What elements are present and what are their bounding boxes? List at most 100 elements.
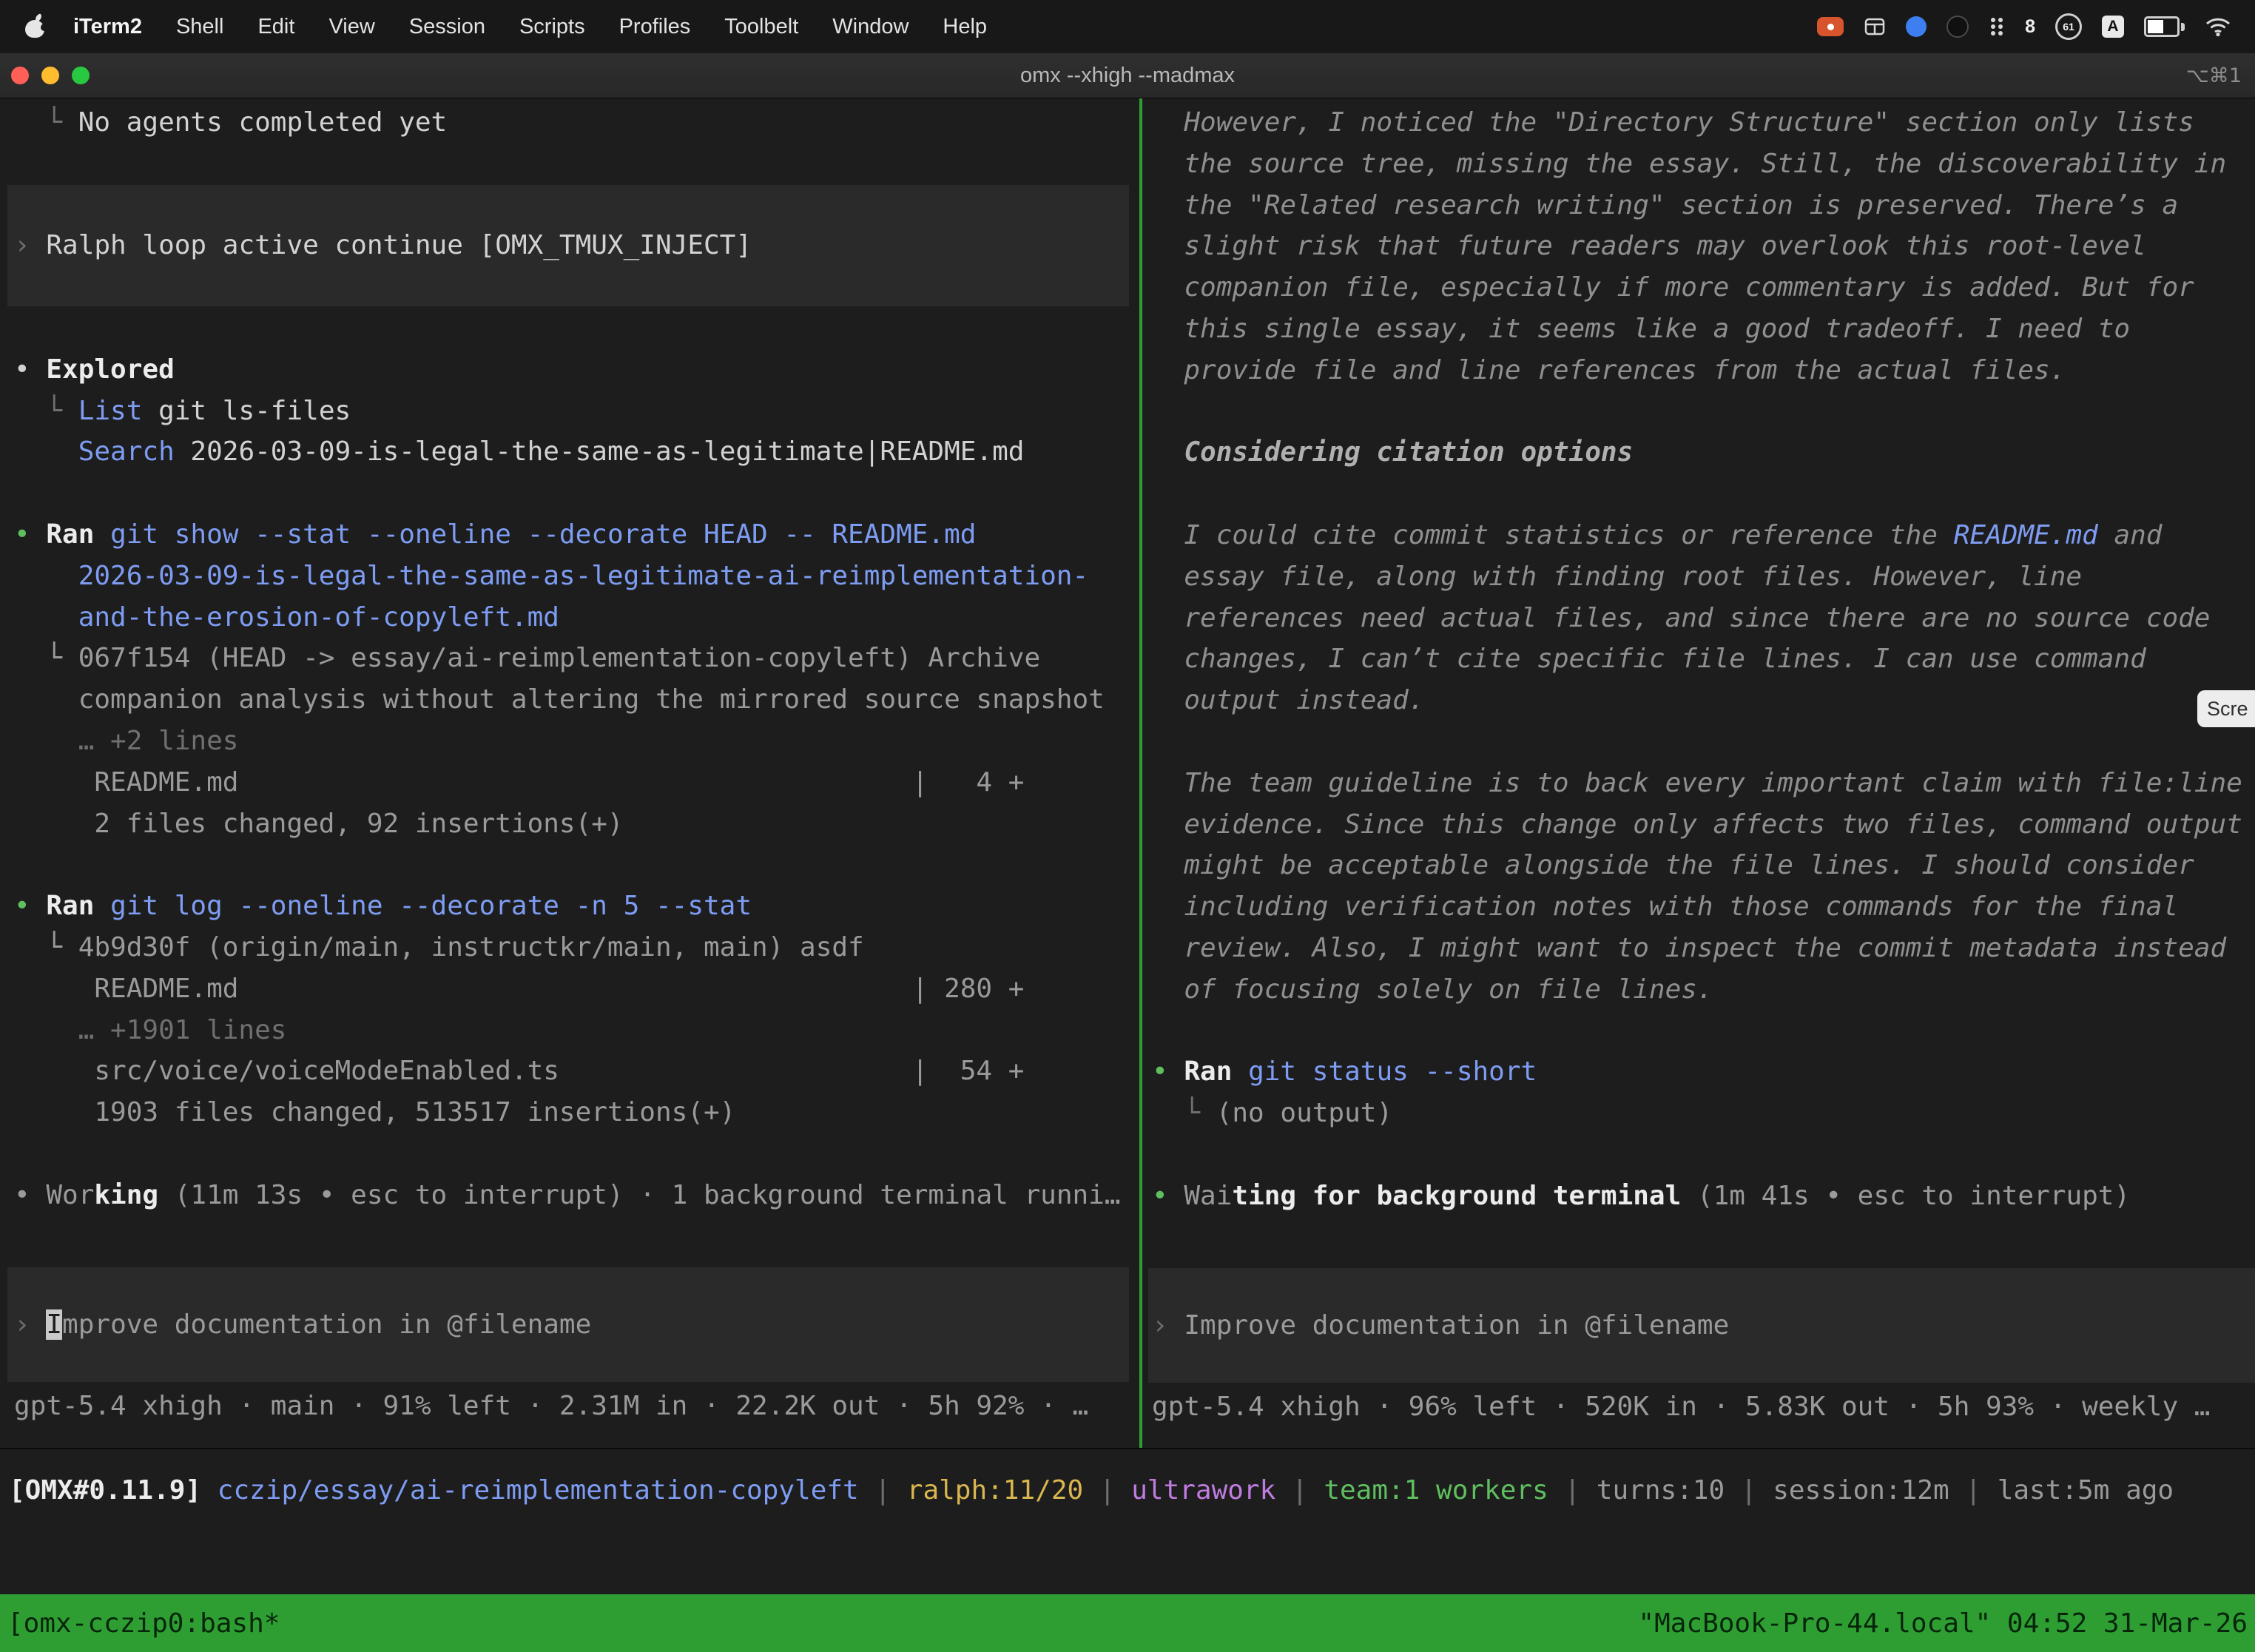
window-grid-icon[interactable]: [1864, 16, 1886, 38]
terminal-line: • Explored: [0, 349, 1139, 391]
text-segment: └: [14, 107, 78, 138]
input-source-a-icon[interactable]: A: [2102, 16, 2124, 38]
text-segment: Wai: [1184, 1181, 1232, 1211]
text-segment: git status --short: [1232, 1056, 1537, 1087]
terminal-line: • Ran git show --stat --oneline --decora…: [0, 514, 1139, 556]
terminal-line: companion analysis without altering the …: [0, 679, 1139, 721]
dark-app-icon[interactable]: [1946, 16, 1969, 38]
text-segment: king: [94, 1180, 158, 1210]
screen-recording-indicator[interactable]: [1817, 17, 1844, 36]
text-segment: git log --oneline --decorate -n 5 --stat: [94, 891, 752, 921]
text-segment: [14, 436, 78, 467]
screen-share-button[interactable]: Scre: [2197, 690, 2255, 727]
text-segment: •: [14, 519, 46, 550]
text-segment: └ 4b9d30f (origin/main, instructkr/main,…: [14, 932, 864, 962]
menu-item-view[interactable]: View: [311, 0, 391, 53]
terminal-pane-right[interactable]: However, I noticed the "Directory Struct…: [1142, 98, 2255, 1448]
text-segment: gpt-5.4 xhigh · main · 91% left · 2.31M …: [14, 1391, 1088, 1421]
right-status-line: gpt-5.4 xhigh · 96% left · 520K in · 5.8…: [1142, 1386, 2255, 1428]
text-segment: and-the-erosion-of-copyleft.md: [14, 602, 559, 633]
text-segment: src/voice/voiceModeEnabled.ts | 54 +: [14, 1056, 1024, 1086]
right-scrollback: However, I noticed the "Directory Struct…: [1142, 102, 2255, 1217]
text-segment: Ralph loop active continue [OMX_TMUX_INJ…: [46, 230, 752, 260]
text-segment: Improve documentation in @filename: [1184, 1310, 1729, 1341]
terminal-line: [1142, 721, 2255, 763]
terminal-line: including verification notes with those …: [1142, 886, 2255, 928]
text-segment: output instead.: [1152, 685, 1424, 715]
apple-leaf: [34, 13, 44, 22]
terminal-line: [1142, 1011, 2255, 1052]
text-segment: ›: [1152, 1310, 1184, 1341]
menu-bar: iTerm2ShellEditViewSessionScriptsProfile…: [0, 0, 2255, 53]
input-source-label: A: [2107, 18, 2118, 36]
text-segment: • Wor: [14, 1180, 94, 1210]
menu-item-session[interactable]: Session: [392, 0, 502, 53]
terminal-line: └ List git ls-files: [0, 391, 1139, 432]
terminal-line: … +2 lines: [0, 721, 1139, 762]
battery-icon[interactable]: [2144, 16, 2185, 37]
minimize-button[interactable]: [41, 67, 59, 84]
text-segment: team:1 workers: [1324, 1475, 1564, 1506]
terminal-line: of focusing solely on file lines.: [1142, 969, 2255, 1011]
terminal-line: … +1901 lines: [0, 1010, 1139, 1051]
text-segment: session:12m: [1773, 1475, 1965, 1506]
terminal-line: essay file, along with finding root file…: [1142, 556, 2255, 598]
text-segment: └: [1152, 1098, 1216, 1128]
text-segment: the source tree, missing the essay. Stil…: [1152, 149, 2226, 179]
left-prompt-input[interactable]: › Improve documentation in @filename: [7, 1267, 1129, 1382]
text-segment: last:5m ago: [1998, 1475, 2174, 1506]
terminal-line: provide file and line references from th…: [1142, 350, 2255, 391]
digit-8-icon[interactable]: 8: [2025, 16, 2035, 38]
text-segment: slight risk that future readers may over…: [1152, 231, 2146, 261]
menu-item-iterm2[interactable]: iTerm2: [56, 0, 159, 53]
text-segment: this single essay, it seems like a good …: [1152, 314, 2130, 344]
terminal-line: this single essay, it seems like a good …: [1142, 309, 2255, 350]
text-segment: Considering citation options: [1152, 437, 1633, 468]
text-segment: 2026-03-09-is-legal-the-same-as-legitima…: [14, 561, 1088, 591]
menu-item-scripts[interactable]: Scripts: [502, 0, 602, 53]
close-button[interactable]: [11, 67, 29, 84]
traffic-lights: [11, 67, 90, 84]
terminal-line: Considering citation options: [1142, 432, 2255, 473]
text-segment: cczip/essay/ai-reimplementation-copyleft: [218, 1475, 875, 1506]
terminal-line: 2026-03-09-is-legal-the-same-as-legitima…: [0, 556, 1139, 597]
tmux-window-label[interactable]: [omx-cczip0:bash*: [7, 1608, 280, 1639]
terminal-line: output instead.: [1142, 680, 2255, 721]
menu-item-window[interactable]: Window: [815, 0, 926, 53]
text-segment: changes, I can’t cite specific file line…: [1152, 644, 2146, 674]
terminal-pane-left[interactable]: └ No agents completed yet › Ralph loop a…: [0, 98, 1139, 1448]
blue-app-icon[interactable]: [1906, 16, 1927, 37]
terminal-line: might be acceptable alongside the file l…: [1142, 845, 2255, 886]
menu-item-profiles[interactable]: Profiles: [602, 0, 708, 53]
text-segment: README.md | 4 +: [14, 767, 1024, 798]
zoom-button[interactable]: [72, 67, 90, 84]
text-segment: |: [1741, 1475, 1773, 1506]
terminal-line: [0, 844, 1139, 886]
terminal-line: the source tree, missing the essay. Stil…: [1142, 144, 2255, 185]
text-segment: Explored: [46, 354, 174, 385]
text-segment: Ran: [1184, 1056, 1232, 1087]
gauge-61-icon[interactable]: 61: [2055, 13, 2082, 40]
text-segment: (no output): [1216, 1098, 1392, 1128]
text-segment: (1m 41s • esc to interrupt): [1681, 1181, 2130, 1211]
menu-item-help[interactable]: Help: [926, 0, 1004, 53]
text-segment: I: [46, 1309, 62, 1340]
text-segment: •: [14, 354, 46, 385]
left-status-line: gpt-5.4 xhigh · main · 91% left · 2.31M …: [0, 1386, 1139, 1427]
menu-item-shell[interactable]: Shell: [159, 0, 241, 53]
menu-item-edit[interactable]: Edit: [240, 0, 311, 53]
menu-item-toolbelt[interactable]: Toolbelt: [707, 0, 815, 53]
right-prompt-input[interactable]: › Improve documentation in @filename: [1148, 1268, 2255, 1383]
terminal-line: changes, I can’t cite specific file line…: [1142, 638, 2255, 680]
text-segment: might be acceptable alongside the file l…: [1152, 850, 2194, 880]
battery-fill: [2148, 20, 2163, 33]
terminal-line: evidence. Since this change only affects…: [1142, 804, 2255, 846]
text-segment: |: [1564, 1475, 1596, 1506]
wifi-icon[interactable]: [2205, 16, 2231, 37]
text-segment: └: [14, 396, 78, 426]
omx-status-bar: [OMX#0.11.9] cczip/essay/ai-reimplementa…: [0, 1470, 2255, 1511]
menu-left: iTerm2ShellEditViewSessionScriptsProfile…: [19, 0, 1004, 53]
text-segment: essay file, along with finding root file…: [1152, 562, 2082, 592]
apple-menu-icon[interactable]: [24, 15, 46, 38]
dots-grid-icon[interactable]: [1989, 16, 2005, 38]
